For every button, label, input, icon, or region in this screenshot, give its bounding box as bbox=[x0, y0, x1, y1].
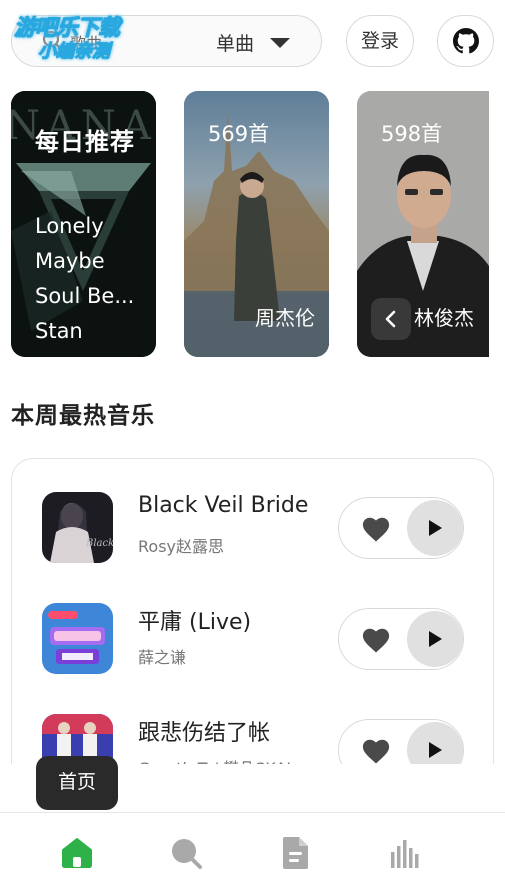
song-artist: Rosy赵露思 bbox=[138, 537, 224, 556]
song-cover-art: Black bbox=[42, 492, 113, 563]
nav-charts[interactable] bbox=[385, 833, 425, 873]
playlist-carousel[interactable]: NANA 每日推荐 Lonely Maybe Soul Be... Stan 5… bbox=[0, 91, 505, 357]
song-actions bbox=[338, 497, 464, 559]
document-icon bbox=[283, 837, 308, 869]
nav-tooltip: 首页 bbox=[36, 756, 118, 810]
daily-recommend-title: 每日推荐 bbox=[35, 128, 135, 156]
carousel-prev-button[interactable] bbox=[371, 298, 411, 340]
song-title: 跟悲伤结了帐 bbox=[138, 721, 271, 746]
song-artist: 薛之谦 bbox=[138, 648, 187, 667]
daily-recommend-card[interactable]: NANA 每日推荐 Lonely Maybe Soul Be... Stan bbox=[11, 91, 156, 357]
song-cover: Black bbox=[42, 492, 113, 563]
search-type-label: 单曲 bbox=[216, 33, 255, 55]
heart-icon[interactable] bbox=[361, 626, 391, 654]
artist-song-count: 569首 bbox=[208, 122, 270, 146]
nav-search[interactable] bbox=[166, 833, 206, 873]
github-button[interactable] bbox=[437, 15, 494, 67]
play-button[interactable] bbox=[407, 500, 463, 556]
caret-down-icon bbox=[270, 37, 291, 48]
daily-song-item: Soul Be... bbox=[35, 284, 135, 308]
login-button[interactable]: 登录 bbox=[346, 15, 414, 67]
list-item[interactable]: Black Black Veil Bride Rosy赵露思 bbox=[12, 469, 493, 563]
song-title: Black Veil Bride bbox=[138, 493, 309, 518]
play-icon bbox=[429, 520, 442, 536]
watermark-line-2: 小编亲测 bbox=[38, 41, 111, 63]
play-button[interactable] bbox=[407, 722, 463, 764]
artist-card-jay[interactable]: 569首 周杰伦 bbox=[184, 91, 329, 357]
song-artist: Gareth.T / 樊凡SKAI bbox=[138, 755, 291, 764]
chevron-left-icon bbox=[385, 310, 396, 328]
nav-documents[interactable] bbox=[275, 833, 315, 873]
nav-home[interactable] bbox=[57, 833, 97, 873]
heart-icon[interactable] bbox=[361, 737, 391, 764]
daily-song-item: Lonely bbox=[35, 214, 104, 238]
list-item[interactable]: 平庸 (Live) 薛之谦 bbox=[12, 580, 493, 674]
play-button[interactable] bbox=[407, 611, 463, 667]
artist-name: 林俊杰 bbox=[414, 306, 474, 330]
svg-text:Black: Black bbox=[85, 538, 113, 549]
daily-song-list: Lonely Maybe Soul Be... Stan bbox=[35, 209, 147, 349]
bottom-nav bbox=[0, 812, 505, 876]
song-actions bbox=[338, 719, 464, 764]
song-title: 平庸 (Live) bbox=[138, 610, 252, 635]
section-title: 本周最热音乐 bbox=[11, 403, 155, 429]
search-icon bbox=[172, 839, 202, 869]
song-actions bbox=[338, 608, 464, 670]
play-icon bbox=[429, 742, 442, 758]
song-cover-art bbox=[42, 603, 113, 674]
artist-song-count: 598首 bbox=[381, 122, 443, 146]
daily-song-item: Stan bbox=[35, 319, 83, 343]
watermark-logo: 游吧乐下载 小编亲测 bbox=[13, 10, 154, 64]
charts-icon bbox=[391, 840, 419, 868]
play-icon bbox=[429, 631, 442, 647]
daily-song-item: Maybe bbox=[35, 249, 105, 273]
song-cover bbox=[42, 603, 113, 674]
hot-song-list: Black Black Veil Bride Rosy赵露思 平庸 (Live)… bbox=[11, 458, 494, 764]
github-icon bbox=[452, 28, 479, 54]
artist-name: 周杰伦 bbox=[255, 306, 315, 330]
home-icon bbox=[62, 838, 92, 868]
list-item[interactable]: 跟悲伤结了帐 Gareth.T / 樊凡SKAI bbox=[12, 691, 493, 764]
heart-icon[interactable] bbox=[361, 515, 391, 543]
search-type-select[interactable]: 单曲 bbox=[216, 29, 291, 56]
